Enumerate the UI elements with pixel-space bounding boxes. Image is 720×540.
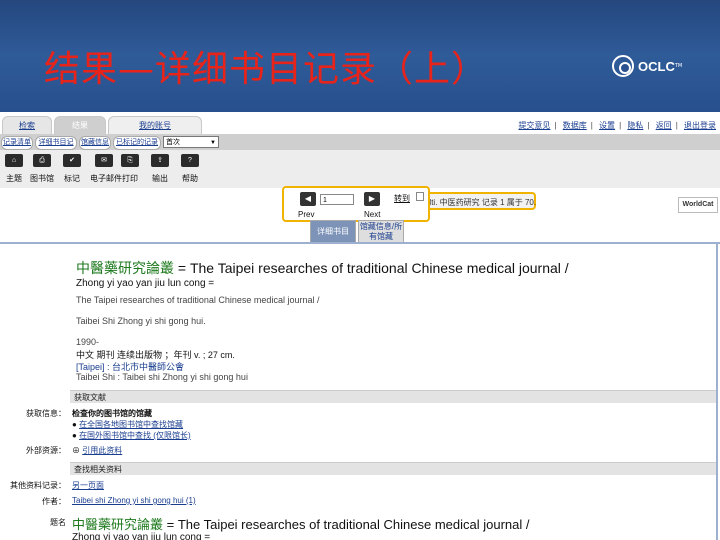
main-tabs: 检索 结果 我的账号 提交意见 | 数据库 | 设置 | 隐私 | 返回 | 退出登录 [0,112,720,135]
label-title2: 题名 [50,518,66,527]
record-alt-title: The Taipei researches of traditional Chi… [76,295,320,305]
label-author: 作者： [42,497,66,506]
checkbox[interactable] [416,192,424,201]
subnav-detailed-record[interactable]: 详细书目记录 [35,136,77,158]
record2-romanized: Zhong yi yao yan jiu lun cong = [72,532,211,540]
record-author: Taibei Shi Zhong yi shi gong hui. [76,316,206,326]
subnav-record-list[interactable]: 记录清单 [1,136,33,150]
search-info-item-2: ● 在国外图书馆中查找 (仅限馆长) [72,431,191,440]
record2-title-en: = The Taipei researches of traditional C… [163,517,530,532]
tool-label: 标记 [64,174,80,183]
record-title-en: = The Taipei researches of traditional C… [174,260,569,276]
email-icon: ✉ [95,154,113,167]
chevron-down-icon: ▼ [210,140,216,146]
oclc-logo-tm: TM [674,63,683,69]
subnav-holdings[interactable]: 馆藏信息 [79,136,111,150]
tab-search[interactable]: 检索 [2,116,52,135]
next-arrow-icon[interactable]: ▶ [364,192,380,206]
prev-arrow-icon[interactable]: ◀ [300,192,316,206]
help-icon: ? [181,154,199,167]
tool-label: 主题 [6,174,22,183]
page-input[interactable]: 1 [320,194,354,205]
section-get-document: 获取文献 [70,390,716,403]
label-external: 外部资源： [26,446,66,455]
record-select[interactable]: 首次 ▼ [163,136,219,148]
tool-home[interactable]: ⌂ 主题 [0,154,28,184]
record-pager: ◀ 1 ▶ 转到 Prev Next [282,186,430,222]
link-feedback[interactable]: 提交意见 [518,121,550,130]
tool-label: 帮助 [182,174,198,183]
tab-detailed-record[interactable]: 详细书目 [310,220,356,242]
tool-label: 打印 [122,174,138,183]
subnav-marked-records[interactable]: 已标记的记录 [113,136,161,150]
record-title-cn: 中醫藥研究論叢 [76,260,174,276]
search-info-link-2[interactable]: 在国外图书馆中查找 (仅限馆长) [79,431,191,440]
slide-banner: 结果—详细书目记录（上） OCLC TM [0,0,720,112]
other-records-link[interactable]: 另一页面 [72,481,104,490]
external-item: ⊕ 引用此资料 [72,445,122,456]
oclc-logo-text: OCLC [638,58,675,74]
next-label: Next [364,210,381,219]
tool-label: 输出 [152,174,168,183]
worldcat-logo: WorldCat [678,197,718,213]
oclc-mark-icon [612,55,634,77]
link-settings[interactable]: 设置 [599,121,615,130]
toolbar: ⌂ 主题 ⎙ 图书馆 ✔ 标记 ✉ 电子邮件 ⎘ 打印 ⇪ 输出 ? 帮助 Wo… [0,150,720,213]
tool-print[interactable]: ⎘ 打印 [116,154,144,184]
tab-holdings-all[interactable]: 馆藏信息/所有馆藏 [358,220,404,242]
print-icon: ⎙ [33,154,51,167]
tool-label: 图书馆 [30,174,54,183]
slide-title: 结果—详细书目记录（上） [44,49,489,90]
tool-email[interactable]: ✉ 电子邮件 [90,154,122,184]
subnav: 记录清单 详细书目记录 馆藏信息 已标记的记录 首次 ▼ [0,134,720,158]
search-info-text: 检查你的图书馆的馆藏 [72,409,152,418]
record-date: 1990- [76,337,100,347]
prev-label: Prev [298,210,315,219]
record2-title-cn: 中醫藥研究論叢 [72,517,164,532]
link-privacy[interactable]: 隐私 [627,121,643,130]
top-links: 提交意见 | 数据库 | 设置 | 隐私 | 返回 | 退出登录 [518,121,716,130]
label-other-records: 其他资料记录： [10,481,66,490]
tool-help[interactable]: ? 帮助 [176,154,204,184]
tool-label: 电子邮件 [90,174,122,183]
external-link[interactable]: 引用此资料 [82,446,122,455]
link-logout[interactable]: 退出登录 [684,121,716,130]
firstsearch-screenshot: 检索 结果 我的账号 提交意见 | 数据库 | 设置 | 隐私 | 返回 | 退出登录 记… [0,112,720,540]
save-icon: ⎘ [121,154,139,167]
export-icon: ⇪ [151,154,169,167]
link-databases[interactable]: 数据库 [563,121,587,130]
go-button[interactable]: 转到 [394,193,410,204]
record-title: 中醫藥研究論叢 = The Taipei researches of tradi… [76,258,569,278]
tool-mark[interactable]: ✔ 标记 [58,154,86,184]
record-publisher-en: Taibei Shi : Taibei shi Zhong yi shi gon… [76,372,248,382]
search-info-link-1[interactable]: 在全国各地图书馆中查找馆藏 [79,420,183,429]
tab-underline [0,242,720,244]
home-icon: ⌂ [5,154,23,167]
mark-icon: ✔ [63,154,81,167]
search-info-item-1: ● 在全国各地图书馆中查找馆藏 [72,420,184,429]
link-return[interactable]: 返回 [656,121,672,130]
record-select-value: 首次 [166,139,180,146]
author-item: Taibei shi Zhong yi shi gong hui (1) [72,496,196,505]
record2-title: 中醫藥研究論叢 = The Taipei researches of tradi… [72,514,530,533]
tab-results[interactable]: 结果 [54,116,106,135]
oclc-logo: OCLC TM [612,55,682,77]
tab-my-account[interactable]: 我的账号 [108,116,202,135]
tool-export[interactable]: ⇪ 输出 [146,154,174,184]
panel-border [716,242,718,540]
record-romanized: Zhong yi yao yan jiu lun cong = [76,278,215,289]
author-link[interactable]: Taibei shi Zhong yi shi gong hui (1) [72,496,196,505]
tool-library[interactable]: ⎙ 图书馆 [28,154,56,184]
section-find-related: 查找相关资料 [70,462,716,475]
label-search-info: 获取信息： [26,409,66,418]
other-records-item: 另一页面 [72,480,104,491]
cite-icon: ⊕ [72,446,80,455]
